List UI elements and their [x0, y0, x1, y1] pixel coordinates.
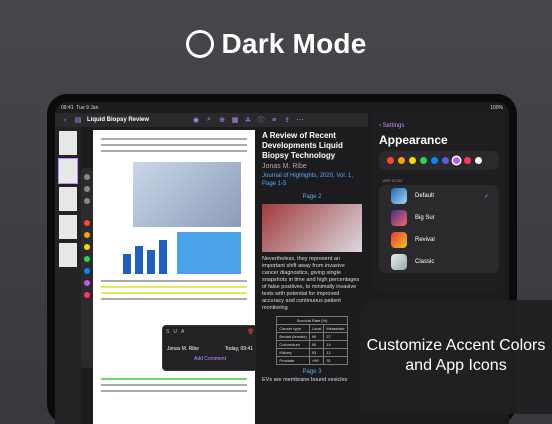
accent-color-swatch[interactable]	[464, 157, 471, 164]
page-thumbnail[interactable]	[59, 215, 77, 239]
accent-color-swatch[interactable]	[420, 157, 427, 164]
color-swatch[interactable]	[84, 292, 90, 298]
icon-option-default[interactable]: Default ✓	[379, 185, 499, 207]
callout-text: Customize Accent Colors and App Icons	[366, 337, 546, 374]
accent-color-swatch[interactable]	[431, 157, 438, 164]
table-row: Prostate >99 31	[276, 356, 348, 365]
info-icon[interactable]: ⓘ	[257, 115, 265, 125]
table-row: Kidney 93 12	[276, 348, 348, 357]
accent-color-swatch[interactable]	[387, 157, 394, 164]
share-icon[interactable]: ⇪	[283, 116, 291, 124]
icon-option-classic[interactable]: Classic	[379, 251, 499, 273]
comment-author: Jonas M. Ribe	[167, 346, 199, 352]
toolbar: ‹ ▤ Liquid Biopsy Review ◉ ⌕ ⊕ ▦ A ⓘ ≡ ⇪…	[55, 113, 368, 127]
sidebar-icon[interactable]: ▤	[74, 116, 82, 124]
page-thumbnail[interactable]	[59, 187, 77, 211]
thumbnail-sidebar	[55, 127, 81, 424]
page-thumbnail[interactable]	[58, 158, 78, 184]
accent-color-swatch[interactable]	[475, 157, 482, 164]
table-caption: Survival Rate [%]	[276, 316, 348, 325]
comment-time: Today, 09:41	[224, 346, 253, 352]
color-swatch[interactable]	[84, 268, 90, 274]
zoom-icon[interactable]: ⊕	[218, 116, 226, 124]
grid-icon[interactable]: ▦	[231, 116, 239, 124]
color-swatch[interactable]	[84, 256, 90, 262]
reader-panel: A Review of Recent Developments Liquid B…	[256, 127, 368, 424]
accent-color-swatch[interactable]	[398, 157, 405, 164]
appearance-panel: ‹ Settings Appearance APP ICON Default ✓ …	[373, 113, 505, 293]
icon-option-revival[interactable]: Revival	[379, 229, 499, 251]
popup-tools: S U A 🗑	[163, 326, 257, 338]
status-time: 09:41	[61, 104, 74, 111]
status-date: Tue 9 Jan	[76, 104, 99, 111]
pen-tool-icon[interactable]	[84, 174, 90, 180]
annotation-toolbar	[81, 168, 93, 368]
page-label: Page 3	[302, 369, 322, 375]
more-icon[interactable]: ⋯	[296, 116, 304, 124]
status-bar: 09:41 Tue 9 Jan 100%	[55, 102, 509, 113]
micrograph-figure	[177, 232, 241, 274]
accent-color-swatch[interactable]	[409, 157, 416, 164]
comment-meta: Jonas M. Ribe Today, 09:41	[163, 338, 257, 352]
search-icon[interactable]: ⌕	[205, 116, 213, 124]
text-size-icon[interactable]: A	[244, 117, 252, 124]
page-label: Page 2	[302, 194, 322, 200]
page-thumbnail[interactable]	[59, 131, 77, 155]
annotate-icon[interactable]: ◉	[192, 116, 200, 124]
article-footer: EVs are membrane bound vesicles	[262, 377, 348, 383]
checkmark-icon: ✓	[483, 193, 489, 200]
trash-icon[interactable]: 🗑	[248, 329, 254, 335]
app-icon-label: APP ICON	[383, 178, 403, 183]
document-title[interactable]: Liquid Biopsy Review	[87, 117, 149, 123]
status-battery: 100%	[490, 104, 503, 111]
headline-title: Dark Mode	[221, 28, 367, 59]
strike-icon[interactable]: S	[166, 329, 169, 335]
table-row: Breast (female) 99 27	[276, 332, 348, 341]
reader-figure	[262, 204, 362, 252]
default-app-icon	[391, 188, 407, 204]
moon-icon	[185, 30, 214, 58]
page-thumbnail[interactable]	[59, 243, 77, 267]
list-icon[interactable]: ≡	[270, 117, 278, 124]
color-swatch[interactable]	[84, 220, 90, 226]
back-chevron-icon[interactable]: ‹	[61, 117, 69, 124]
comment-popup: S U A 🗑 Jonas M. Ribe Today, 09:41 Add C…	[162, 325, 258, 371]
article-body: Nevertheless, they represent an importan…	[262, 256, 360, 311]
color-swatch[interactable]	[84, 280, 90, 286]
pdf-page[interactable]	[93, 130, 255, 424]
figure-image	[133, 162, 241, 227]
article-author: Jonas M. Ribe	[262, 163, 307, 170]
appearance-title: Appearance	[379, 133, 448, 147]
classic-app-icon	[391, 254, 407, 270]
accent-color-row	[379, 151, 499, 170]
settings-back-button[interactable]: ‹ Settings	[373, 113, 505, 129]
article-journal[interactable]: Journal of Highlights, 2020, Vol. 1, Pag…	[262, 172, 362, 188]
app-icon-list: Default ✓ Big Sur Revival Classic	[379, 185, 499, 273]
bar-figure	[117, 232, 172, 274]
highlight-icon[interactable]: A	[181, 329, 184, 335]
feature-callout: Customize Accent Colors and App Icons	[360, 300, 552, 414]
color-swatch[interactable]	[84, 232, 90, 238]
big-sur-app-icon	[391, 210, 407, 226]
text-tool-icon[interactable]	[84, 198, 90, 204]
survival-table: Survival Rate [%] Cancer type Local Metast…	[276, 316, 348, 365]
headline: Dark Mode	[0, 28, 552, 60]
icon-option-big-sur[interactable]: Big Sur	[379, 207, 499, 229]
color-swatch[interactable]	[84, 244, 90, 250]
background: Dark Mode 09:41 Tue 9 Jan 100% ‹ ▤ Liqui…	[0, 0, 552, 424]
accent-color-swatch[interactable]	[442, 157, 449, 164]
revival-app-icon	[391, 232, 407, 248]
underline-tool-icon[interactable]	[84, 186, 90, 192]
table-row: Colorectum 90 14	[276, 340, 348, 349]
underline-icon[interactable]: U	[173, 329, 177, 335]
add-comment-button[interactable]: Add Comment	[163, 356, 257, 362]
article-title: A Review of Recent Developments Liquid B…	[262, 131, 343, 160]
accent-color-swatch[interactable]	[453, 157, 460, 164]
